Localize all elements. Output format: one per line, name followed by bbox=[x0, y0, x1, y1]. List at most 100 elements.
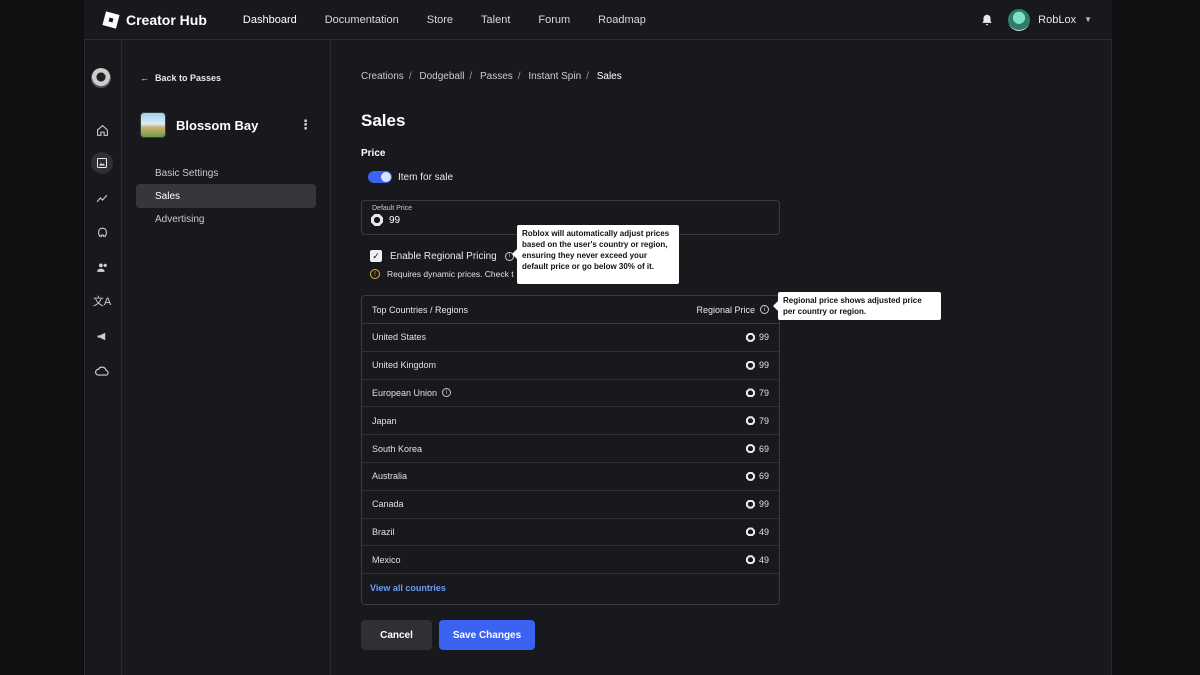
table-row: Japan 79 bbox=[362, 407, 779, 436]
analytics-icon[interactable] bbox=[91, 187, 113, 209]
info-icon[interactable]: i bbox=[442, 388, 452, 398]
creator-avatar[interactable] bbox=[91, 68, 111, 88]
column-header-country: Top Countries / Regions bbox=[372, 304, 469, 315]
sidebar-item-basic-settings[interactable]: Basic Settings bbox=[136, 161, 316, 185]
regional-price: 99 bbox=[745, 360, 769, 370]
table-header: Top Countries / Regions Regional Price i bbox=[362, 296, 779, 324]
nav-forum[interactable]: Forum bbox=[524, 14, 584, 26]
breadcrumb: Creations / Dodgeball / Passes / Instant Sp… bbox=[361, 71, 622, 82]
regional-price-table: Top Countries / Regions Regional Price i… bbox=[361, 295, 780, 605]
robux-icon bbox=[745, 527, 755, 537]
item-for-sale-label: Item for sale bbox=[398, 171, 454, 183]
column-header-price-label: Regional Price bbox=[696, 304, 755, 315]
country-name: Canada bbox=[372, 499, 404, 510]
nav-roadmap[interactable]: Roadmap bbox=[584, 14, 660, 26]
price-section-label: Price bbox=[361, 148, 386, 159]
avatar bbox=[1008, 8, 1031, 31]
table-row: European Union i 79 bbox=[362, 380, 779, 408]
regional-price: 49 bbox=[745, 527, 769, 537]
table-row: United States 99 bbox=[362, 324, 779, 352]
robux-icon bbox=[745, 332, 755, 342]
experience-sidebar: ← Back to Passes Blossom Bay ⋮ Basic Set… bbox=[122, 40, 331, 675]
breadcrumb-passes[interactable]: Passes bbox=[480, 71, 513, 82]
nav-documentation[interactable]: Documentation bbox=[311, 14, 413, 26]
regional-price: 79 bbox=[745, 387, 769, 398]
brand-name: Creator Hub bbox=[126, 11, 207, 28]
breadcrumb-instant-spin[interactable]: Instant Spin bbox=[528, 71, 581, 82]
robux-icon bbox=[745, 471, 755, 481]
arrow-left-icon: ← bbox=[140, 73, 149, 83]
notification-bell-icon[interactable] bbox=[980, 13, 994, 27]
column-header-price: Regional Price i bbox=[696, 305, 769, 315]
nav-store[interactable]: Store bbox=[413, 14, 467, 26]
country-name: South Korea bbox=[372, 443, 423, 454]
regional-price: 69 bbox=[745, 471, 769, 482]
price-value: 79 bbox=[758, 415, 769, 426]
translate-icon[interactable]: 文A bbox=[91, 290, 113, 312]
save-changes-button[interactable]: Save Changes bbox=[439, 620, 535, 650]
experience-thumbnail bbox=[140, 112, 166, 138]
nav-links: Dashboard Documentation Store Talent For… bbox=[229, 14, 660, 26]
country-name: Brazil bbox=[372, 526, 395, 537]
item-for-sale-toggle[interactable] bbox=[368, 171, 392, 183]
country-name: United States bbox=[372, 332, 427, 343]
price-value: 69 bbox=[758, 443, 769, 454]
creations-icon[interactable] bbox=[91, 152, 113, 174]
country-name: Mexico bbox=[372, 554, 401, 565]
megaphone-icon[interactable] bbox=[91, 325, 113, 347]
icon-rail: 文A bbox=[84, 40, 122, 675]
country-name: Japan bbox=[372, 415, 397, 426]
view-all-countries-link[interactable]: View all countries bbox=[370, 583, 446, 593]
nav-right: RobLox ▼ bbox=[980, 8, 1092, 31]
cloud-icon[interactable] bbox=[91, 360, 113, 382]
cancel-button[interactable]: Cancel bbox=[361, 620, 432, 650]
regional-price: 99 bbox=[745, 332, 769, 343]
sidebar-item-sales[interactable]: Sales bbox=[136, 184, 316, 208]
chevron-down-icon: ▼ bbox=[1084, 15, 1092, 24]
roblox-logo-icon bbox=[102, 10, 120, 29]
robux-icon bbox=[745, 388, 755, 398]
user-name: RobLox bbox=[1038, 13, 1077, 26]
price-value: 99 bbox=[758, 332, 769, 343]
regional-price: 49 bbox=[745, 555, 769, 565]
default-price-text: 99 bbox=[389, 214, 401, 226]
regional-price: 79 bbox=[745, 415, 769, 426]
experience-name: Blossom Bay bbox=[176, 117, 259, 133]
price-value: 79 bbox=[758, 387, 769, 398]
more-options-icon[interactable]: ⋮ bbox=[299, 117, 312, 133]
default-price-value: 99 bbox=[371, 214, 400, 226]
warning-text: Requires dynamic prices. Check t bbox=[387, 269, 514, 279]
robux-icon bbox=[745, 499, 755, 509]
monetization-icon[interactable] bbox=[91, 221, 113, 243]
regional-pricing-tooltip: Roblox will automatically adjust prices … bbox=[512, 225, 679, 284]
table-row: United Kingdom 99 bbox=[362, 352, 779, 380]
breadcrumb-creations[interactable]: Creations bbox=[361, 71, 404, 82]
sidebar-item-advertising[interactable]: Advertising bbox=[136, 207, 316, 231]
country-name-cell: European Union i bbox=[372, 388, 452, 398]
nav-talent[interactable]: Talent bbox=[467, 14, 524, 26]
table-row: South Korea 69 bbox=[362, 435, 779, 463]
robux-icon bbox=[745, 360, 755, 370]
price-value: 69 bbox=[758, 471, 769, 482]
robux-icon bbox=[745, 555, 755, 565]
robux-icon bbox=[371, 214, 383, 226]
table-row: Brazil 49 bbox=[362, 519, 779, 547]
breadcrumb-dodgeball[interactable]: Dodgeball bbox=[419, 71, 464, 82]
table-row: Mexico 49 bbox=[362, 546, 779, 575]
regional-pricing-checkbox[interactable]: ✓ bbox=[370, 250, 382, 262]
nav-dashboard[interactable]: Dashboard bbox=[229, 14, 311, 26]
back-to-passes-link[interactable]: ← Back to Passes bbox=[140, 73, 221, 83]
regional-pricing-row: ✓ Enable Regional Pricing i bbox=[370, 250, 514, 262]
info-icon[interactable]: i bbox=[760, 305, 769, 314]
country-name: United Kingdom bbox=[372, 360, 437, 371]
brand[interactable]: Creator Hub bbox=[102, 10, 207, 29]
groups-icon[interactable] bbox=[91, 256, 113, 278]
warning-icon: ! bbox=[370, 269, 380, 279]
home-icon[interactable] bbox=[91, 119, 113, 141]
user-menu[interactable]: RobLox ▼ bbox=[1008, 8, 1092, 31]
breadcrumb-sales: Sales bbox=[596, 71, 622, 82]
item-for-sale-row: Item for sale bbox=[368, 171, 453, 183]
regional-price: 69 bbox=[745, 443, 769, 454]
experience-header: Blossom Bay ⋮ bbox=[140, 112, 312, 138]
table-row: Australia 69 bbox=[362, 463, 779, 491]
